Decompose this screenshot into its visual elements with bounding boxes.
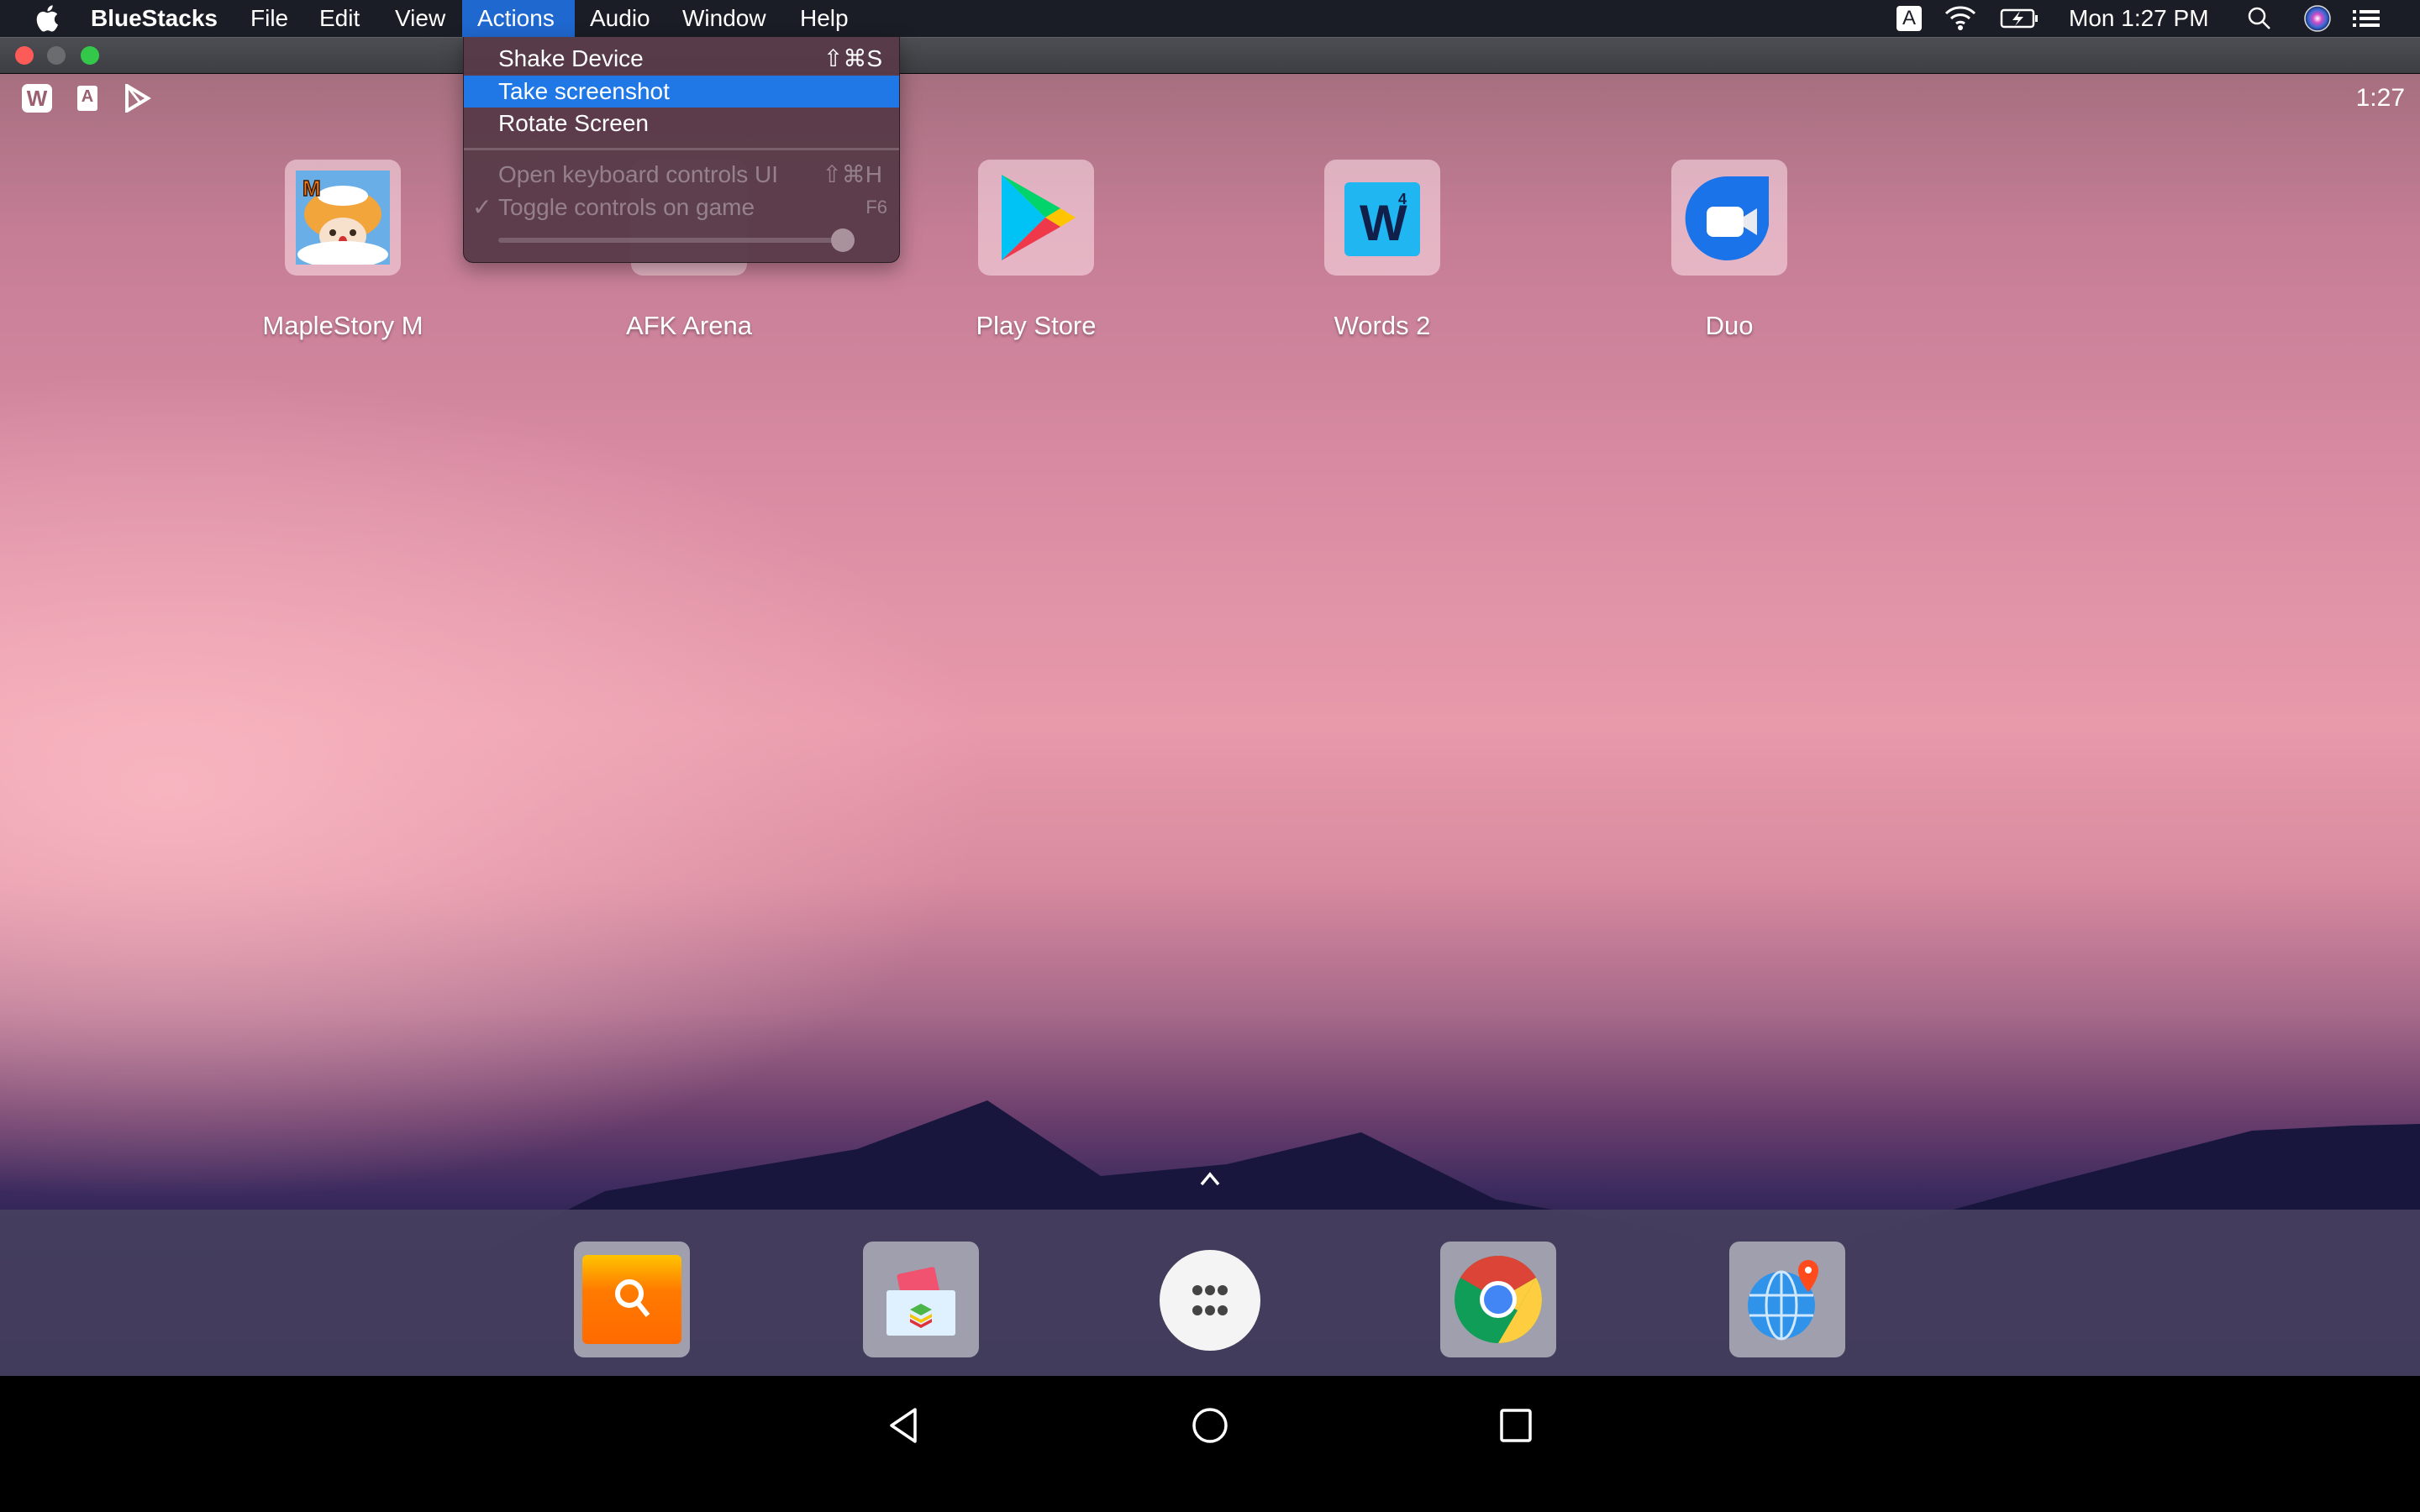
notification-center-icon[interactable] — [2349, 0, 2383, 37]
play-store-icon — [1002, 175, 1076, 260]
grid-dots-icon — [1192, 1285, 1228, 1315]
font-a-notification-icon: A — [77, 86, 97, 111]
back-button-icon[interactable] — [886, 1406, 920, 1445]
app-label: MapleStory M — [262, 311, 424, 340]
android-status-clock: 1:27 — [2355, 84, 2405, 112]
app-label: Play Store — [976, 311, 1097, 340]
transparency-slider-track[interactable] — [498, 238, 843, 243]
all-apps-button[interactable] — [1160, 1250, 1260, 1351]
menu-item-label: Toggle controls on game — [498, 194, 755, 220]
spotlight-search-icon[interactable] — [2245, 0, 2274, 37]
menubar-clock[interactable]: Mon 1:27 PM — [2069, 0, 2209, 37]
app-drawer-chevron-up-icon[interactable] — [1197, 1166, 1223, 1191]
app-tile-bg: M — [285, 160, 401, 276]
window-close-button[interactable] — [15, 46, 34, 65]
siri-icon[interactable] — [2302, 0, 2333, 37]
window-zoom-button[interactable] — [81, 46, 99, 65]
app-tile-bg: W 4 — [1324, 160, 1440, 276]
menu-item-take-screenshot[interactable]: Take screenshot — [464, 76, 899, 108]
menu-item-open-keyboard-controls: Open keyboard controls UI ⇧⌘H — [464, 159, 899, 191]
menu-item-shortcut: F6 — [865, 197, 887, 218]
window-minimize-button[interactable] — [47, 46, 66, 65]
chrome-icon — [1455, 1256, 1542, 1343]
menu-edit[interactable]: Edit — [304, 0, 375, 37]
words-2-superscript: 4 — [1398, 191, 1407, 207]
menu-item-label: Shake Device — [498, 45, 644, 71]
menu-item-shortcut: ⇧⌘S — [823, 45, 882, 71]
app-tile-bg — [978, 160, 1094, 276]
app-label: Duo — [1705, 311, 1754, 340]
app-label: Words 2 — [1334, 311, 1431, 340]
apple-menu[interactable] — [20, 0, 74, 37]
macos-menu-bar: BlueStacks File Edit View Actions Audio … — [0, 0, 2420, 37]
android-navigation-bar — [0, 1376, 2420, 1512]
android-home-screen: W A 1:27 M MapleStory M AFK Arena Play S… — [0, 74, 2420, 1376]
recents-button-icon[interactable] — [1499, 1408, 1533, 1443]
globe-location-icon — [1748, 1260, 1818, 1341]
input-source-icon[interactable]: A — [1897, 6, 1922, 31]
menu-item-label: Open keyboard controls UI — [498, 161, 779, 187]
words-2-icon: W 4 — [1344, 182, 1420, 256]
menu-item-shake-device[interactable]: Shake Device ⇧⌘S — [464, 43, 899, 75]
dock-world-map-app[interactable] — [1729, 1242, 1845, 1357]
media-manager-icon — [886, 1267, 955, 1336]
android-dock — [0, 1210, 2420, 1376]
window-title-bar[interactable] — [0, 37, 2420, 75]
menu-help[interactable]: Help — [785, 0, 864, 37]
apple-icon — [36, 4, 58, 32]
menu-audio[interactable]: Audio — [575, 0, 666, 37]
menu-item-rotate-screen[interactable]: Rotate Screen — [464, 108, 899, 139]
menu-item-label: Rotate Screen — [498, 110, 649, 136]
home-button-icon[interactable] — [1192, 1406, 1228, 1445]
transparency-slider-knob[interactable] — [831, 228, 855, 252]
svg-text:M: M — [302, 176, 321, 201]
dock-search-app[interactable] — [574, 1242, 690, 1357]
app-tile-bg — [1671, 160, 1787, 276]
dock-media-manager-app[interactable] — [863, 1242, 979, 1357]
menu-item-label: Take screenshot — [498, 78, 670, 104]
dock-chrome-app[interactable] — [1440, 1242, 1556, 1357]
menu-file[interactable]: File — [235, 0, 303, 37]
wifi-icon[interactable] — [1943, 0, 1978, 37]
menu-item-shortcut: ⇧⌘H — [822, 161, 882, 187]
menu-window[interactable]: Window — [667, 0, 781, 37]
actions-dropdown-menu: Shake Device ⇧⌘S Take screenshot Rotate … — [463, 37, 900, 263]
menu-separator — [464, 148, 899, 150]
play-store-notification-icon — [124, 82, 151, 114]
search-app-icon — [582, 1255, 681, 1344]
battery-charging-icon[interactable] — [2000, 0, 2040, 37]
app-label: AFK Arena — [626, 311, 752, 340]
checkmark-icon: ✓ — [472, 194, 492, 220]
duo-icon — [1685, 176, 1769, 260]
words-notification-icon: W — [22, 84, 52, 113]
menu-item-toggle-controls: ✓ Toggle controls on game F6 — [464, 192, 899, 223]
maplestory-icon: M — [296, 171, 390, 265]
menu-actions[interactable]: Actions — [462, 0, 575, 37]
menu-app-name[interactable]: BlueStacks — [76, 0, 233, 37]
menu-view[interactable]: View — [380, 0, 460, 37]
